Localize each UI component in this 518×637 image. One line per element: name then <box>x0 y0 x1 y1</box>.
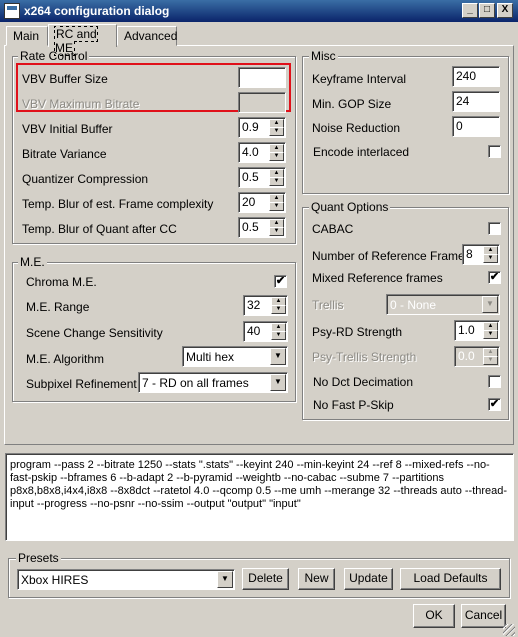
close-button[interactable]: X <box>497 3 513 18</box>
vbv-initial-buffer-spinner[interactable]: 0.9 ▲ ▼ <box>238 117 286 138</box>
vbv-buffer-size-input[interactable] <box>238 67 286 88</box>
mixed-refs-checkbox[interactable]: ✔ <box>488 271 501 284</box>
title-bar[interactable]: x264 configuration dialog _ □ X <box>0 0 518 22</box>
keyframe-interval-label: Keyframe Interval <box>312 72 407 86</box>
spin-down-icon[interactable]: ▼ <box>483 330 498 339</box>
rate-control-title: Rate Control <box>18 49 90 63</box>
temp-blur-quant-spinner[interactable]: 0.5 ▲ ▼ <box>238 217 286 238</box>
minimize-button[interactable]: _ <box>462 3 478 18</box>
min-gop-label: Min. GOP Size <box>312 97 392 111</box>
chevron-down-icon[interactable]: ▼ <box>217 571 233 588</box>
cabac-label: CABAC <box>312 222 354 236</box>
tab-advanced[interactable]: Advanced <box>117 26 177 46</box>
no-fast-pskip-checkbox[interactable]: ✔ <box>488 398 501 411</box>
chevron-down-icon[interactable]: ▼ <box>270 348 286 365</box>
chevron-down-icon[interactable]: ▼ <box>482 296 498 313</box>
app-icon <box>4 3 20 19</box>
resize-grip-icon[interactable] <box>503 624 515 636</box>
load-defaults-button[interactable]: Load Defaults <box>400 568 501 590</box>
trellis-label: Trellis <box>312 298 344 312</box>
chroma-me-checkbox[interactable]: ✔ <box>274 275 287 288</box>
trellis-select[interactable]: 0 - None ▼ <box>386 294 500 315</box>
subpixel-value: 7 - RD on all frames <box>142 376 249 390</box>
me-algorithm-value: Multi hex <box>186 350 235 364</box>
encode-interlaced-label: Encode interlaced <box>313 145 410 159</box>
psy-trellis-label: Psy-Trellis Strength <box>312 350 417 364</box>
scene-change-value: 40 <box>247 324 261 338</box>
cancel-button[interactable]: Cancel <box>461 604 506 628</box>
spin-down-icon[interactable]: ▼ <box>269 127 284 136</box>
spin-down-icon[interactable]: ▼ <box>269 227 284 236</box>
new-preset-button[interactable]: New <box>298 568 335 590</box>
psy-trellis-value: 0.0 <box>458 349 475 363</box>
no-dct-decimation-label: No Dct Decimation <box>313 375 414 389</box>
quant-options-title: Quant Options <box>309 200 391 214</box>
ref-frames-spinner[interactable]: 8 ▲ ▼ <box>462 244 500 265</box>
spin-down-icon[interactable]: ▼ <box>271 331 286 340</box>
preset-value: Xbox HIRES <box>21 573 89 587</box>
mixed-refs-label: Mixed Reference frames <box>312 271 443 285</box>
vbv-max-bitrate-input[interactable] <box>238 92 286 113</box>
psy-trellis-spinner[interactable]: 0.0 ▲ ▼ <box>454 346 500 367</box>
bitrate-variance-spinner[interactable]: 4.0 ▲ ▼ <box>238 142 286 163</box>
psy-rd-label: Psy-RD Strength <box>312 325 403 339</box>
me-range-value: 32 <box>247 298 261 312</box>
trellis-value: 0 - None <box>390 298 437 312</box>
temp-blur-complexity-value: 20 <box>242 195 256 209</box>
quantizer-compression-label: Quantizer Compression <box>22 172 149 186</box>
noise-reduction-label: Noise Reduction <box>312 121 401 135</box>
preset-select[interactable]: Xbox HIRES ▼ <box>17 569 235 590</box>
temp-blur-quant-label: Temp. Blur of Quant after CC <box>22 222 177 236</box>
noise-reduction-input[interactable]: 0 <box>452 116 500 137</box>
me-algorithm-label: M.E. Algorithm <box>26 352 105 366</box>
no-dct-decimation-checkbox[interactable] <box>488 375 501 388</box>
psy-rd-value: 1.0 <box>458 323 475 337</box>
bitrate-variance-value: 4.0 <box>242 145 259 159</box>
cabac-checkbox[interactable] <box>488 222 501 235</box>
vbv-buffer-size-label: VBV Buffer Size <box>22 72 108 86</box>
maximize-button[interactable]: □ <box>479 3 495 18</box>
quantizer-compression-value: 0.5 <box>242 170 259 184</box>
vbv-initial-buffer-label: VBV Initial Buffer <box>22 122 113 136</box>
me-algorithm-select[interactable]: Multi hex ▼ <box>182 346 288 367</box>
encode-interlaced-checkbox[interactable] <box>488 145 501 158</box>
temp-blur-quant-value: 0.5 <box>242 220 259 234</box>
tab-main[interactable]: Main <box>6 26 48 46</box>
min-gop-input[interactable]: 24 <box>452 91 500 112</box>
chroma-me-label: Chroma M.E. <box>26 275 97 289</box>
vbv-initial-buffer-value: 0.9 <box>242 120 259 134</box>
bitrate-variance-label: Bitrate Variance <box>22 147 107 161</box>
update-preset-button[interactable]: Update <box>344 568 393 590</box>
subpixel-select[interactable]: 7 - RD on all frames ▼ <box>138 372 288 393</box>
ref-frames-value: 8 <box>466 247 473 261</box>
chevron-down-icon[interactable]: ▼ <box>270 374 286 391</box>
quantizer-compression-spinner[interactable]: 0.5 ▲ ▼ <box>238 167 286 188</box>
me-range-spinner[interactable]: 32 ▲ ▼ <box>243 295 288 316</box>
psy-rd-spinner[interactable]: 1.0 ▲ ▼ <box>454 320 500 341</box>
no-fast-pskip-label: No Fast P-Skip <box>313 398 394 412</box>
ok-button[interactable]: OK <box>413 604 455 628</box>
spin-down-icon[interactable]: ▼ <box>269 177 284 186</box>
presets-title: Presets <box>16 551 61 565</box>
spin-down-icon[interactable]: ▼ <box>483 356 498 365</box>
commandline-preview[interactable]: program --pass 2 --bitrate 1250 --stats … <box>5 453 514 541</box>
misc-title: Misc <box>309 49 338 63</box>
me-title: M.E. <box>18 255 47 269</box>
scene-change-spinner[interactable]: 40 ▲ ▼ <box>243 321 288 342</box>
spin-down-icon[interactable]: ▼ <box>269 202 284 211</box>
vbv-max-bitrate-label: VBV Maximum Bitrate <box>22 97 140 111</box>
window-title: x264 configuration dialog <box>24 4 170 18</box>
spin-down-icon[interactable]: ▼ <box>271 305 286 314</box>
spin-down-icon[interactable]: ▼ <box>483 254 498 263</box>
spin-down-icon[interactable]: ▼ <box>269 152 284 161</box>
subpixel-label: Subpixel Refinement <box>26 377 137 391</box>
delete-preset-button[interactable]: Delete <box>242 568 289 590</box>
keyframe-interval-input[interactable]: 240 <box>452 66 500 87</box>
ref-frames-label: Number of Reference Frames <box>312 249 471 263</box>
me-range-label: M.E. Range <box>26 300 90 314</box>
tab-rc-and-me[interactable]: RC and ME <box>48 24 117 56</box>
temp-blur-complexity-spinner[interactable]: 20 ▲ ▼ <box>238 192 286 213</box>
temp-blur-complexity-label: Temp. Blur of est. Frame complexity <box>22 197 214 211</box>
scene-change-label: Scene Change Sensitivity <box>26 326 163 340</box>
